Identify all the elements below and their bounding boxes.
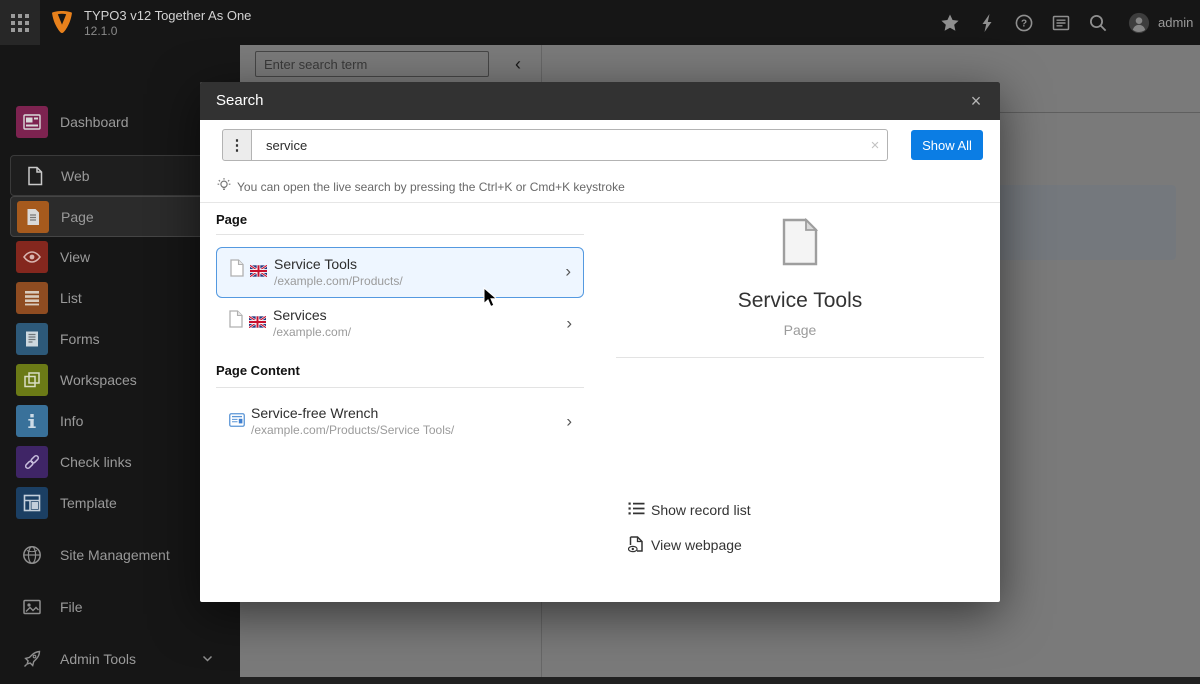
sidebar-item-label: Admin Tools: [60, 639, 136, 680]
user-avatar[interactable]: [1128, 12, 1150, 34]
detail-title: Service Tools: [616, 289, 984, 313]
globe-icon: [22, 545, 42, 565]
page-icon-large: [781, 218, 819, 266]
live-search-input[interactable]: [251, 129, 888, 161]
modal-header: Search ×: [200, 82, 1000, 120]
workspaces-module-icon: [16, 364, 48, 396]
result-title: Service Tools: [274, 256, 357, 272]
sidebar-item-label: View: [60, 237, 90, 278]
action-label: View webpage: [651, 537, 742, 553]
sidebar-item-admin-tools[interactable]: Admin Tools: [0, 639, 240, 680]
view-module-icon: [16, 241, 48, 273]
top-bar: TYPO3 v12 Together As One 12.1.0 ? admin: [0, 0, 1200, 45]
section-header-page-content: Page Content: [216, 363, 300, 378]
dashboard-icon: [16, 106, 48, 138]
forms-module-icon: [16, 323, 48, 355]
sidebar-item-label: List: [60, 278, 82, 319]
modal-title: Search: [216, 82, 264, 120]
uk-flag-icon: [250, 265, 267, 277]
sidebar-item-label: File: [60, 587, 83, 628]
result-path: /example.com/: [273, 325, 351, 339]
close-icon[interactable]: ×: [962, 87, 990, 115]
section-header-page: Page: [216, 212, 247, 227]
sidebar-item-label: Workspaces: [60, 360, 137, 401]
action-show-record-list[interactable]: Show record list: [616, 499, 984, 523]
page-icon: [230, 259, 244, 277]
check-links-module-icon: [16, 446, 48, 478]
result-services[interactable]: Services /example.com/ ›: [216, 302, 584, 348]
sidebar-item-label: Web: [61, 156, 90, 197]
result-path: /example.com/Products/: [274, 274, 403, 288]
list-module-icon: [16, 282, 48, 314]
typo3-logo-icon: [52, 11, 72, 33]
web-icon: [25, 166, 45, 186]
info-module-icon: [16, 405, 48, 437]
result-service-tools[interactable]: Service Tools /example.com/Products/ ›: [216, 247, 584, 298]
result-detail-panel: Service Tools Page Show record list: [616, 203, 984, 583]
rocket-icon: [22, 649, 42, 669]
chevron-right-icon: ›: [566, 313, 572, 333]
search-hint-text: You can open the live search by pressing…: [237, 180, 625, 194]
chevron-right-icon: ›: [565, 261, 571, 281]
search-modal: Search × ⋮ × Show All You can open the l…: [200, 82, 1000, 602]
result-title: Service-free Wrench: [251, 405, 378, 421]
page-module-icon: [17, 201, 49, 233]
action-view-webpage[interactable]: View webpage: [616, 534, 984, 558]
view-webpage-icon: [628, 536, 645, 553]
chevron-right-icon: ›: [566, 411, 572, 431]
sidebar-item-label: Site Management: [60, 535, 170, 576]
clear-cache-icon[interactable]: [979, 14, 997, 32]
clear-input-icon[interactable]: ×: [862, 129, 888, 161]
search-icon[interactable]: [1089, 14, 1107, 32]
divider: [216, 387, 584, 388]
action-label: Show record list: [651, 502, 751, 518]
lightbulb-icon: [216, 177, 232, 193]
search-options-button[interactable]: ⋮: [222, 129, 252, 161]
chevron-down-icon: [202, 655, 213, 663]
sidebar-item-label: Check links: [60, 442, 132, 483]
detail-type-label: Page: [616, 322, 984, 338]
typo3-version: 12.1.0: [84, 24, 117, 38]
bookmark-icon[interactable]: [941, 14, 959, 32]
module-menu-toggle-button[interactable]: [0, 0, 40, 45]
content-element-icon: [229, 413, 245, 427]
sidebar-item-label: Template: [60, 483, 117, 524]
result-title: Services: [273, 307, 327, 323]
uk-flag-icon: [249, 316, 266, 328]
result-service-free-wrench[interactable]: Service-free Wrench /example.com/Product…: [216, 400, 584, 446]
record-list-icon: [628, 501, 645, 516]
site-title: TYPO3 v12 Together As One: [84, 8, 251, 23]
image-icon: [22, 597, 42, 617]
divider: [216, 234, 584, 235]
system-information-icon[interactable]: [1052, 14, 1070, 32]
svg-text:?: ?: [1021, 19, 1027, 30]
sidebar-item-label: Forms: [60, 319, 100, 360]
page-icon: [229, 310, 243, 328]
mouse-cursor: [483, 287, 501, 309]
sidebar-item-label: Page: [61, 197, 94, 238]
divider: [616, 357, 984, 358]
sidebar-item-label: Info: [60, 401, 83, 442]
typo3-backend: ‹ tent. TYPO3 v12 Together As One 12.1.0: [0, 0, 1200, 684]
grid-icon: [11, 14, 29, 32]
help-icon[interactable]: ?: [1015, 14, 1033, 32]
template-module-icon: [16, 487, 48, 519]
username-label[interactable]: admin: [1158, 15, 1193, 30]
result-path: /example.com/Products/Service Tools/: [251, 423, 454, 437]
show-all-button[interactable]: Show All: [911, 130, 983, 160]
sidebar-item-label: Dashboard: [60, 102, 129, 143]
